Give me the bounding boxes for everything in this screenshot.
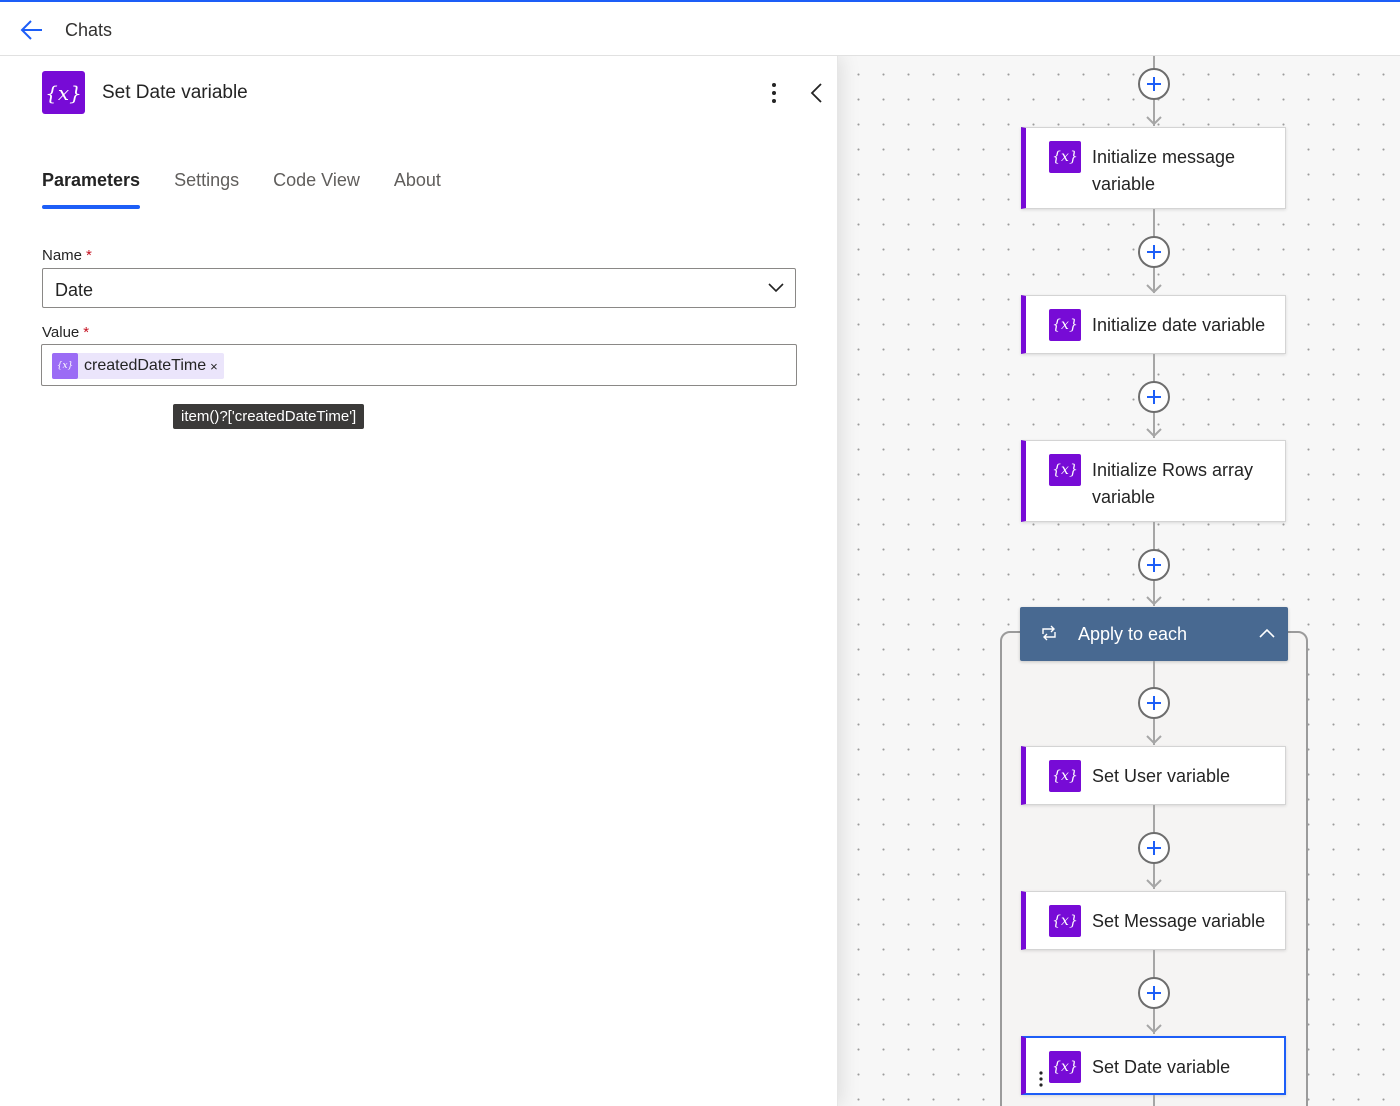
name-dropdown-value: Date <box>55 280 94 300</box>
chevron-down-icon <box>768 283 784 293</box>
variable-icon: {x} <box>1049 1051 1081 1083</box>
value-input[interactable]: {x} createdDateTime × <box>41 344 797 386</box>
loop-title: Apply to each <box>1078 624 1188 644</box>
token-tooltip: item()?['createdDateTime'] <box>173 404 365 429</box>
arrow-down-icon <box>1146 879 1162 889</box>
add-step-button[interactable] <box>1138 236 1170 268</box>
connector-line <box>1153 1095 1155 1106</box>
arrow-down-icon <box>1146 735 1162 745</box>
card-title: Set User variable <box>1092 766 1231 786</box>
flow-card-set-message[interactable]: {x} Set Message variable <box>1021 891 1286 950</box>
required-marker: * <box>83 324 90 341</box>
variable-icon: {x} <box>1049 141 1081 173</box>
name-label-text: Name <box>42 247 83 264</box>
back-arrow-icon[interactable] <box>18 16 46 44</box>
card-title: Initialize date variable <box>1092 315 1266 335</box>
apply-to-each-header[interactable]: Apply to each <box>1020 607 1288 661</box>
name-field-label: Name * <box>42 247 92 264</box>
variable-icon: {x} <box>1049 309 1081 341</box>
flow-canvas[interactable]: {x} Initialize message variable {x} Init… <box>838 56 1400 1106</box>
variable-icon: {x} <box>1049 905 1081 937</box>
token-label: createdDateTime <box>84 357 207 374</box>
panel-title: Set Date variable <box>102 82 248 103</box>
add-step-button[interactable] <box>1138 977 1170 1009</box>
card-title: Set Date variable <box>1092 1057 1231 1077</box>
name-dropdown[interactable]: Date <box>42 268 796 308</box>
remove-token-icon[interactable]: × <box>210 359 218 374</box>
add-step-button[interactable] <box>1138 687 1170 719</box>
arrow-down-icon <box>1146 428 1162 438</box>
more-options-icon[interactable] <box>762 80 786 106</box>
dynamic-content-token[interactable]: {x} createdDateTime × <box>52 353 224 379</box>
tab-parameters[interactable]: Parameters <box>42 170 141 210</box>
variable-icon: {x} <box>52 353 78 379</box>
tab-about[interactable]: About <box>394 170 441 210</box>
flow-card-initialize-message[interactable]: {x} Initialize message variable <box>1021 127 1286 209</box>
add-step-button[interactable] <box>1138 832 1170 864</box>
top-bar: Chats <box>0 0 1400 56</box>
variable-icon: {x} <box>1049 454 1081 486</box>
add-step-button[interactable] <box>1138 381 1170 413</box>
tab-settings[interactable]: Settings <box>174 170 239 210</box>
arrow-down-icon <box>1146 116 1162 126</box>
value-field-label: Value * <box>42 324 89 341</box>
loop-icon <box>1042 625 1056 641</box>
value-label-text: Value <box>42 324 80 341</box>
variable-icon: {x} <box>1049 760 1081 792</box>
required-marker: * <box>86 247 92 264</box>
flow-card-initialize-rows[interactable]: {x} Initialize Rows array variable <box>1021 440 1286 522</box>
add-step-button[interactable] <box>1138 68 1170 100</box>
chevron-up-icon[interactable] <box>1258 627 1276 639</box>
arrow-down-icon <box>1146 1024 1162 1034</box>
flow-card-set-user[interactable]: {x} Set User variable <box>1021 746 1286 805</box>
collapse-panel-icon[interactable] <box>805 80 829 106</box>
action-details-panel: {x} Set Date variable Parameters Setting… <box>0 56 838 1106</box>
drag-handle-icon[interactable] <box>1038 1068 1044 1088</box>
add-step-button[interactable] <box>1138 549 1170 581</box>
flow-card-initialize-date[interactable]: {x} Initialize date variable <box>1021 295 1286 354</box>
arrow-down-icon <box>1146 596 1162 606</box>
panel-tabs: Parameters Settings Code View About <box>42 170 475 210</box>
card-title: Initialize message variable <box>1092 147 1236 194</box>
arrow-down-icon <box>1146 284 1162 294</box>
variable-icon: {x} <box>42 71 85 114</box>
tab-code-view[interactable]: Code View <box>273 170 360 210</box>
page-title: Chats <box>65 20 113 40</box>
card-title: Set Message variable <box>1092 911 1266 931</box>
card-title: Initialize Rows array variable <box>1092 460 1254 507</box>
flow-card-set-date[interactable]: {x} Set Date variable <box>1021 1036 1286 1095</box>
